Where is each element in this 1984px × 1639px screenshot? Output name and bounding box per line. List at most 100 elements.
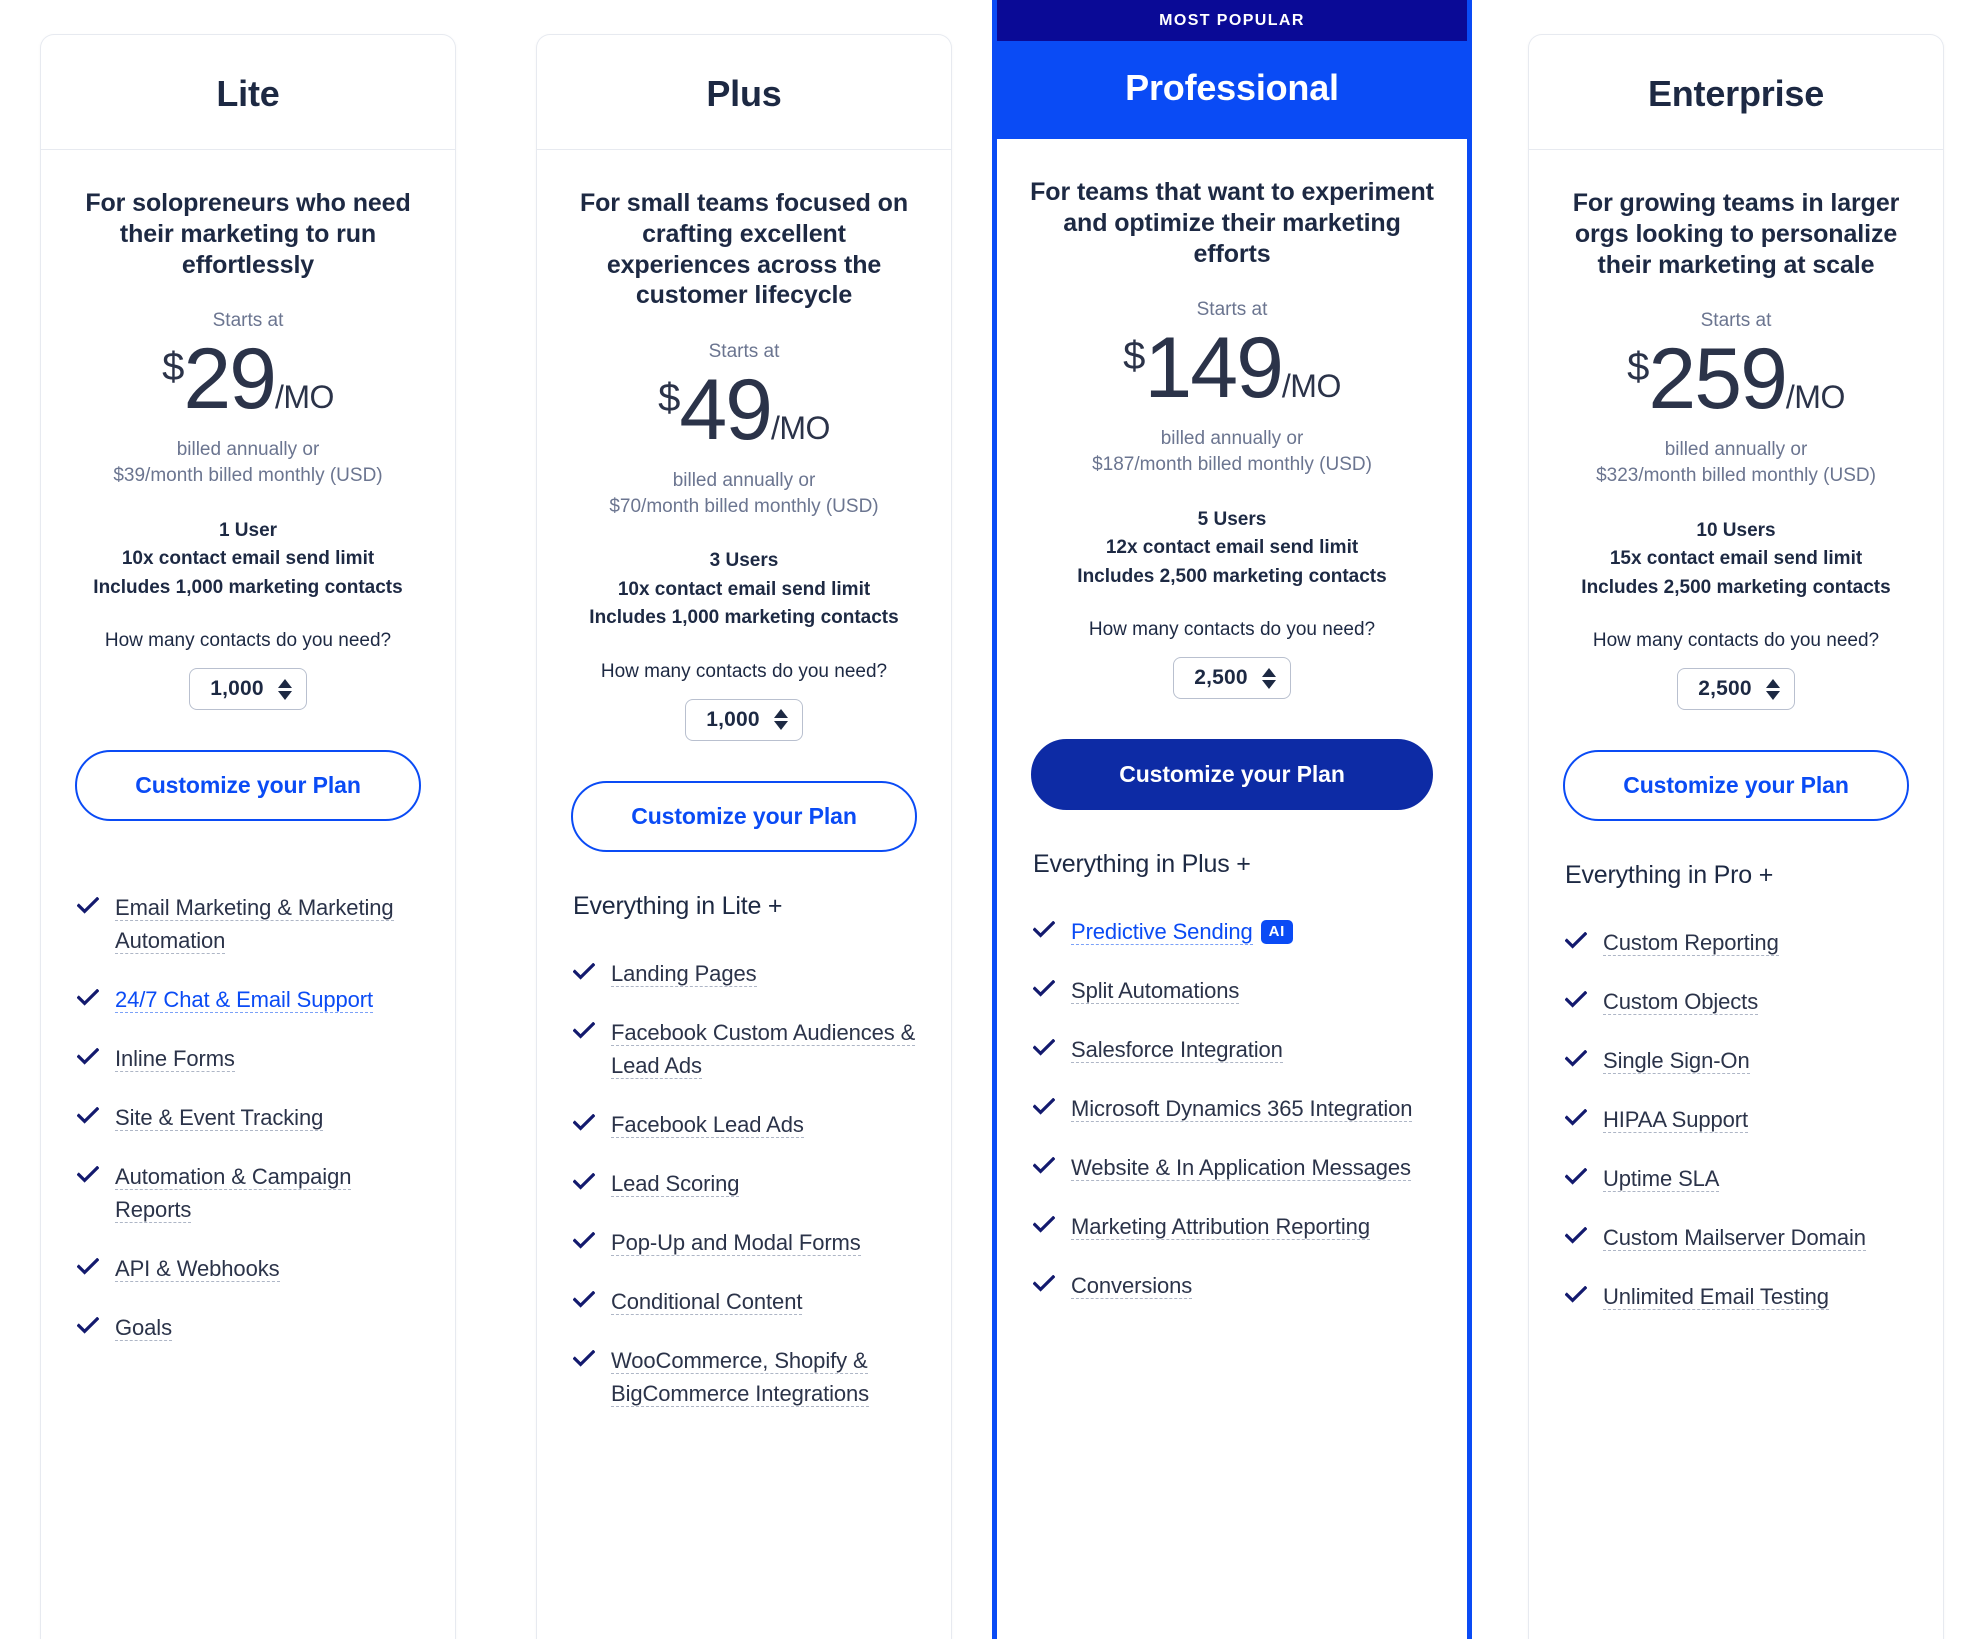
contacts-question: How many contacts do you need? [1592, 630, 1880, 652]
plan-card-plus: Plus For small teams focused on crafting … [536, 34, 952, 1639]
feature-label: Lead Scoring [611, 1170, 740, 1197]
arrow-down-icon[interactable] [277, 690, 292, 700]
stepper-arrows[interactable] [1261, 667, 1276, 689]
plan-contacts-included: Includes 1,000 marketing contacts [589, 607, 899, 629]
feature-list: Email Marketing & Marketing Automation 24… [67, 891, 429, 1370]
contacts-stepper[interactable]: 1,000 [189, 668, 307, 711]
feature-label: Custom Reporting [1603, 930, 1779, 957]
feature-body: HIPAA Support [1603, 1103, 1756, 1136]
starts-at-label: Starts at [1700, 310, 1772, 332]
check-icon [77, 1166, 99, 1183]
check-icon [1565, 1286, 1587, 1303]
check-icon [1565, 1109, 1587, 1126]
feature-item: WooCommerce, Shopify & BigCommerce Integ… [573, 1344, 925, 1410]
check-icon [573, 1349, 595, 1367]
plan-body: For teams that want to experiment and op… [997, 139, 1467, 1639]
customize-plan-button[interactable]: Customize your Plan [1031, 739, 1433, 811]
most-popular-badge: MOST POPULAR [997, 0, 1467, 41]
arrow-down-icon[interactable] [1261, 679, 1276, 689]
feature-label[interactable]: 24/7 Chat & Email Support [115, 987, 373, 1014]
feature-body: Custom Reporting [1603, 926, 1787, 959]
check-icon [77, 1258, 99, 1275]
plan-body: For small teams focused on crafting exce… [537, 150, 951, 1639]
contacts-value[interactable]: 1,000 [210, 677, 264, 701]
feature-body: 24/7 Chat & Email Support [115, 983, 381, 1016]
feature-label: Microsoft Dynamics 365 Integration [1071, 1096, 1413, 1123]
feature-item: Inline Forms [77, 1042, 429, 1075]
check-icon [1033, 980, 1055, 997]
feature-body: Pop-Up and Modal Forms [611, 1226, 869, 1259]
feature-item: Unlimited Email Testing [1565, 1280, 1917, 1313]
feature-body: Conditional Content [611, 1285, 810, 1318]
feature-item: Pop-Up and Modal Forms [573, 1226, 925, 1259]
arrow-down-icon[interactable] [773, 721, 788, 731]
customize-plan-button[interactable]: Customize your Plan [1563, 750, 1909, 822]
feature-label: Unlimited Email Testing [1603, 1284, 1829, 1311]
contacts-stepper[interactable]: 1,000 [685, 698, 803, 741]
check-icon [77, 1107, 99, 1124]
arrow-up-icon[interactable] [277, 678, 292, 688]
billing-line-annual: billed annually or [1664, 439, 1808, 461]
feature-item: Conditional Content [573, 1285, 925, 1318]
feature-label: Custom Mailserver Domain [1603, 1225, 1866, 1252]
plan-body: For growing teams in larger orgs looking… [1529, 150, 1943, 1639]
starts-at-label: Starts at [1196, 299, 1268, 321]
arrow-up-icon[interactable] [1765, 678, 1780, 688]
customize-plan-button[interactable]: Customize your Plan [571, 780, 917, 852]
plan-users: 1 User [218, 519, 278, 541]
stepper-arrows[interactable] [277, 678, 292, 700]
plan-price: $29/MO [67, 330, 429, 429]
billing-note: billed annually or $323/month billed mont… [1555, 437, 1917, 488]
billing-line-monthly: $39/month billed monthly (USD) [113, 464, 383, 486]
feature-label: Pop-Up and Modal Forms [611, 1229, 861, 1256]
plan-price: $49/MO [563, 361, 925, 460]
plan-users: 3 Users [709, 550, 779, 572]
arrow-up-icon[interactable] [773, 709, 788, 719]
feature-item: Marketing Attribution Reporting [1033, 1210, 1441, 1243]
check-icon [1565, 1050, 1587, 1067]
plan-body: For solopreneurs who need their marketin… [41, 150, 455, 1639]
plan-header: Plus [537, 35, 951, 150]
check-icon [1565, 991, 1587, 1008]
plan-contacts-included: Includes 1,000 marketing contacts [93, 576, 403, 598]
stepper-arrows[interactable] [773, 709, 788, 731]
feature-item: Split Automations [1033, 974, 1441, 1007]
plan-tagline: For solopreneurs who need their marketin… [85, 189, 411, 279]
feature-list: Custom Reporting Custom Objects Single Sig… [1555, 926, 1917, 1339]
stepper-arrows[interactable] [1765, 678, 1780, 700]
feature-label: Marketing Attribution Reporting [1071, 1214, 1370, 1241]
plan-card-professional: MOST POPULAR Professional For teams that w… [992, 0, 1472, 1639]
plan-contacts-included: Includes 2,500 marketing contacts [1581, 576, 1891, 598]
feature-label: Conversions [1071, 1273, 1193, 1300]
plan-header: Professional [997, 41, 1467, 139]
feature-label[interactable]: Predictive Sending [1071, 919, 1253, 946]
contacts-value[interactable]: 2,500 [1698, 677, 1752, 701]
check-icon [573, 1231, 595, 1249]
feature-label: Split Automations [1071, 978, 1240, 1005]
plan-column-plus: Plus For small teams focused on crafting … [496, 0, 992, 1639]
starts-at-label: Starts at [708, 341, 780, 362]
arrow-down-icon[interactable] [1765, 690, 1780, 700]
contacts-stepper[interactable]: 2,500 [1677, 668, 1795, 711]
arrow-up-icon[interactable] [1261, 667, 1276, 677]
feature-body: Landing Pages [611, 957, 765, 990]
feature-body: Uptime SLA [1603, 1162, 1727, 1195]
contacts-value[interactable]: 1,000 [706, 708, 760, 732]
feature-body: Facebook Lead Ads [611, 1108, 812, 1141]
price-period: /MO [274, 379, 334, 416]
plan-header: Enterprise [1529, 35, 1943, 150]
contacts-value[interactable]: 2,500 [1194, 666, 1248, 690]
check-icon [573, 1021, 595, 1039]
customize-plan-button[interactable]: Customize your Plan [75, 750, 421, 822]
check-icon [77, 989, 99, 1006]
plan-column-lite: Lite For solopreneurs who need their mark… [0, 0, 496, 1639]
billing-note: billed annually or $187/month billed mont… [1023, 426, 1441, 477]
contacts-question: How many contacts do you need? [1088, 619, 1376, 641]
check-icon [77, 1317, 99, 1334]
contacts-stepper[interactable]: 2,500 [1173, 657, 1291, 700]
contacts-question: How many contacts do you need? [600, 660, 888, 682]
feature-body: Marketing Attribution Reporting [1071, 1210, 1378, 1243]
feature-label: Inline Forms [115, 1046, 235, 1073]
feature-body: Website & In Application Messages [1071, 1151, 1419, 1184]
plan-tagline: For growing teams in larger orgs looking… [1572, 189, 1900, 279]
